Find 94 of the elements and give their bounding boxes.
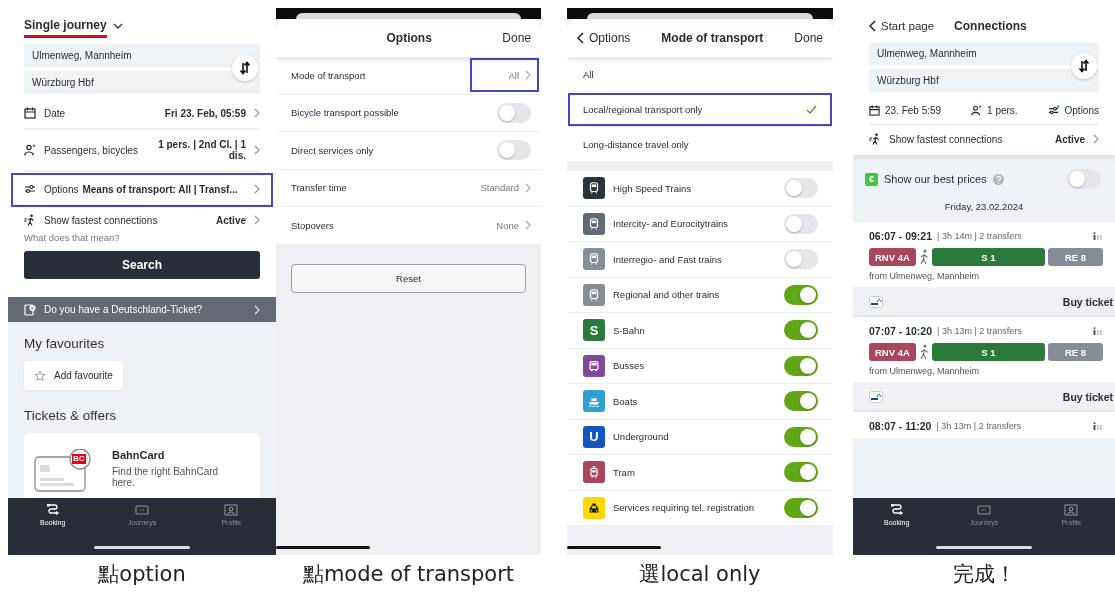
row-value: Means of transport: All | Transf...: [82, 183, 239, 195]
transport-label: Intercity- and Eurocitytrains: [613, 218, 730, 230]
connection-info: | 3h 13m | 2 transfers: [936, 421, 1022, 431]
row-label: Show fastest connections: [889, 133, 1003, 145]
transport-label: High Speed Trains: [613, 182, 693, 194]
transport-choice[interactable]: All: [567, 57, 833, 92]
option-value[interactable]: All: [472, 60, 537, 91]
to-field[interactable]: Würzburg Hbf: [869, 69, 1099, 92]
row-value: Fri 23. Feb, 05:59: [163, 107, 246, 119]
screen-title: Connections: [954, 19, 1027, 33]
row-label: Stopovers: [291, 219, 335, 231]
option-value[interactable]: Standard: [480, 172, 531, 203]
bahncard-logo: BC: [72, 454, 86, 464]
section-title: My favourites: [24, 336, 106, 351]
step-caption: 完成！: [951, 561, 1017, 588]
connection-time: 07:07 - 10:20: [869, 325, 933, 337]
row-label: Passengers, bicycles: [44, 144, 139, 156]
row-label: Mode of transport: [291, 69, 367, 81]
transport-label: Boats: [613, 395, 639, 407]
row-label: Options: [44, 183, 79, 195]
connection-card[interactable]: 06:07 - 09:21 | 3h 14m | 2 transfers RNV 4A S 1 RE 8 from Ulmenweg, Mannheim: [853, 222, 1115, 287]
row-label: Direct services only: [291, 144, 375, 156]
best-prices-label: Show our best prices: [884, 173, 987, 185]
screen-title: Mode of transport: [660, 31, 765, 45]
done-button[interactable]: Done: [502, 31, 531, 45]
line-badge: RNV 4A: [869, 343, 916, 361]
connection-card[interactable]: 07:07 - 10:20 | 3h 13m | 2 transfers RNV 4A S 1 RE 8 from Ulmenweg, Mannheim: [853, 317, 1115, 382]
fastest-connections-row[interactable]: Show fastest connections Active: [24, 208, 260, 232]
bahncard-offer-card[interactable]: BC BahnCard Find the right BahnCard here.: [24, 433, 260, 498]
transport-label: Busses: [613, 360, 646, 372]
line-badge: U: [583, 425, 605, 448]
help-link[interactable]: What does that mean?: [24, 232, 260, 243]
back-button[interactable]: Options: [577, 31, 631, 45]
step-caption: 點option: [97, 561, 187, 588]
transport-choice[interactable]: Local/regional transport only: [567, 92, 833, 127]
options-button[interactable]: Options: [1047, 104, 1099, 116]
reset-button[interactable]: Reset: [291, 263, 526, 293]
passengers-button[interactable]: 1 pers.: [971, 104, 1018, 116]
search-button[interactable]: Search: [24, 251, 260, 279]
date-button[interactable]: 23. Feb 5:59: [869, 104, 942, 116]
line-badge: S: [583, 319, 605, 342]
options-row[interactable]: Options Means of transport: All | Transf...: [12, 174, 272, 206]
line-badge: S 1: [931, 248, 1045, 266]
step-caption: 選local only: [638, 561, 762, 588]
transport-label: Tram: [613, 466, 636, 478]
connection-time: 06:07 - 09:21: [869, 230, 933, 242]
transport-label: S-Bahn: [613, 324, 646, 336]
euro-badge: €: [865, 172, 878, 186]
connection-time: 08:07 - 11:20: [869, 420, 932, 432]
buy-ticket-link[interactable]: Buy ticket: [1062, 296, 1113, 308]
transport-choice[interactable]: Long-distance travel only: [567, 127, 833, 162]
option-row[interactable]: Stopovers None: [276, 207, 541, 245]
option-value[interactable]: None: [496, 210, 531, 241]
add-favourite-button[interactable]: Add favourite: [24, 361, 123, 390]
from-field[interactable]: Ulmenweg, Mannheim: [24, 44, 260, 67]
card-title: BahnCard: [112, 449, 166, 461]
date-heading: Friday, 23.02.2024: [943, 201, 1025, 212]
row-value: Active: [215, 214, 246, 226]
transport-label: Interregio- and Fast trains: [613, 253, 723, 265]
date-row[interactable]: Date Fri 23. Feb, 05:59: [24, 98, 260, 130]
row-label: Transfer time: [291, 182, 348, 194]
line-badge: RNV 4A: [869, 248, 916, 266]
passengers-row[interactable]: Passengers, bicycles 1 pers. | 2nd Cl. | 1 dis.: [24, 130, 260, 172]
connection-card[interactable]: 08:07 - 11:20 | 3h 13m | 2 transfers: [853, 412, 1115, 438]
option-row[interactable]: Transfer time Standard: [276, 169, 541, 207]
journey-type-dropdown[interactable]: Single journey: [24, 14, 123, 38]
connection-origin: from Ulmenweg, Mannheim: [869, 271, 981, 281]
row-value: Active: [1054, 133, 1085, 145]
option-row[interactable]: Mode of transport All: [276, 57, 541, 95]
step-caption: 點mode of transport: [301, 561, 516, 588]
line-badge: RE 8: [1048, 343, 1103, 361]
back-button[interactable]: Start page: [869, 20, 935, 32]
connection-origin: from Ulmenweg, Mannheim: [869, 366, 981, 376]
line-badge: RE 8: [1048, 248, 1103, 266]
row-label: Show fastest connections: [44, 214, 158, 226]
row-value: 1 pers. | 2nd Cl. | 1 dis.: [157, 139, 246, 161]
section-title: Tickets & offers: [24, 408, 118, 423]
screen-title: Options: [385, 31, 433, 45]
row-label: Bicycle transport possible: [291, 107, 400, 119]
card-text: Find the right BahnCard here.: [112, 466, 220, 488]
buy-ticket-link[interactable]: Buy ticket: [1062, 391, 1113, 403]
transport-label: Services requiring tel. registration: [613, 502, 755, 514]
row-label: Date: [44, 107, 66, 119]
from-field[interactable]: Ulmenweg, Mannheim: [869, 42, 1099, 65]
transport-label: Underground: [613, 431, 670, 443]
connection-info: | 3h 14m | 2 transfers: [937, 231, 1022, 241]
done-button[interactable]: Done: [794, 31, 823, 45]
transport-label: Regional and other trains: [613, 289, 721, 301]
fastest-connections-row[interactable]: Show fastest connections Active: [869, 127, 1099, 151]
banner-text: Do you have a Deutschland-Ticket?: [44, 304, 204, 315]
line-badge: S 1: [931, 343, 1045, 361]
ticket-banner[interactable]: Do you have a Deutschland-Ticket?: [8, 297, 276, 322]
connection-info: | 3h 13m | 2 transfers: [937, 326, 1022, 336]
to-field[interactable]: Würzburg Hbf: [24, 71, 260, 94]
